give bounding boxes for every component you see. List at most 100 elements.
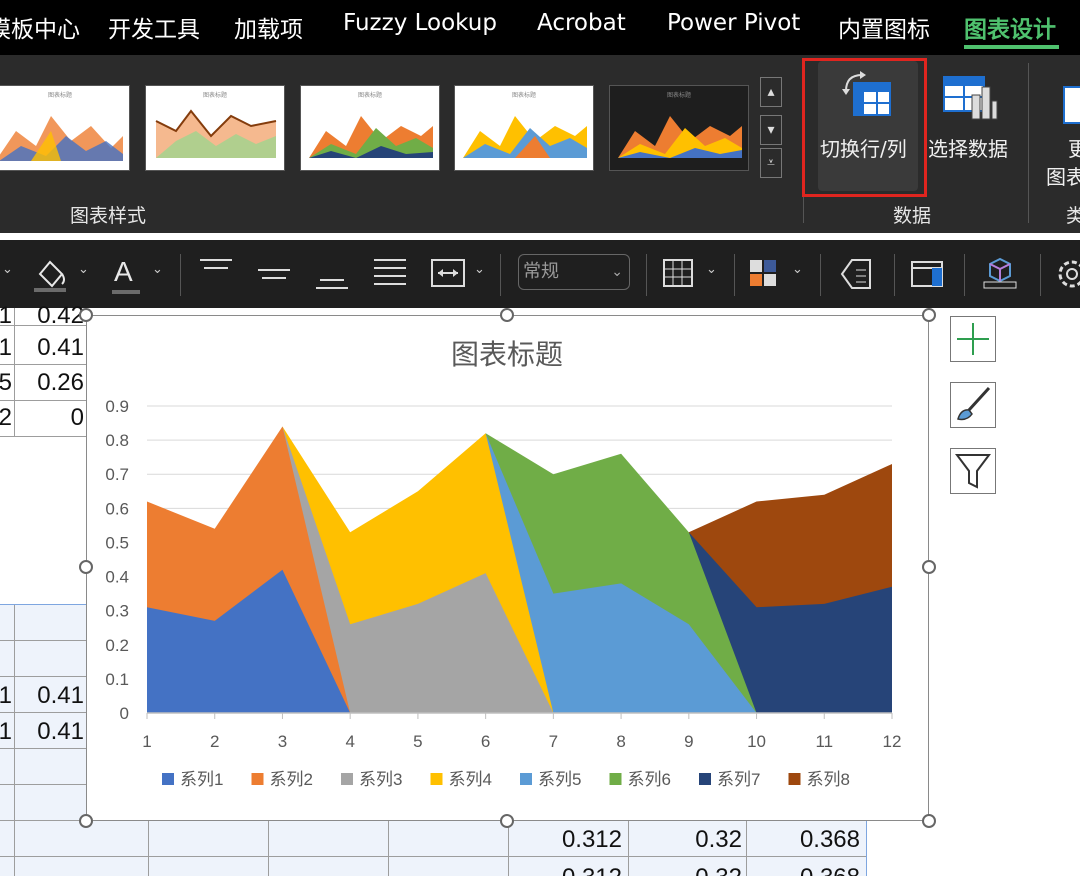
change-chart-type-label-line2: 图表 [1046,165,1080,189]
cell[interactable]: 0.32 [630,861,742,876]
gear-icon[interactable] [1054,256,1080,292]
grid-line [268,820,269,876]
cell[interactable]: 0.368 [748,861,860,876]
chart-elements-button[interactable] [950,316,996,362]
gallery-more-button[interactable]: ⩡ [760,148,782,178]
cell-styles-icon[interactable] [748,256,782,292]
paintbrush-icon [957,386,991,421]
legend-swatch [609,773,622,785]
legend-label: 系列2 [270,770,313,789]
cell[interactable]: 0.312 [510,826,622,854]
cell[interactable]: 1 [0,682,12,710]
cell[interactable]: 0.368 [748,826,860,854]
fill-color-icon[interactable] [32,256,72,292]
merge-cells-icon[interactable] [430,256,466,292]
y-tick-label: 0.9 [105,397,129,416]
legend-label: 系列4 [449,770,492,789]
align-top-icon[interactable] [198,256,234,292]
grid-line [14,308,15,436]
cell[interactable]: 0.41 [20,334,84,362]
align-bottom-icon[interactable] [314,256,350,292]
change-chart-type-button[interactable]: 更 图表 [1040,61,1080,191]
funnel-icon [955,454,991,489]
chevron-down-icon[interactable]: ⌄ [152,262,163,277]
chevron-down-icon[interactable]: ⌄ [2,262,13,277]
cell[interactable]: 1 [0,334,12,362]
resize-handle-left[interactable] [79,560,93,574]
menu-add-ins[interactable]: 加载项 [234,10,303,44]
chart-styles-button[interactable] [950,382,996,428]
chart-style-thumb-2[interactable]: 图表标题 [145,85,285,171]
font-color-button[interactable]: A [112,256,140,294]
grid-line [388,820,389,876]
format-toolbar: ⌄ ⌄ A ⌄ ⌄ 常规 ⌄ ⌄ ⌄ [0,240,1080,308]
menu-acrobat[interactable]: Acrobat [537,10,626,36]
grid-line [0,364,86,365]
area-chart: 图表标题 00.10.20.30.40.50.60.70.80.91 2 3 4 5 6 7… [105,339,901,789]
cell[interactable]: 0.312 [510,861,622,876]
grid-line [0,712,86,713]
menu-developer-tools[interactable]: 开发工具 [108,10,200,44]
resize-handle-bottom[interactable] [500,814,514,828]
menu-bar: 模板中心 开发工具 加载项 Fuzzy Lookup Acrobat Power… [0,0,1080,55]
chevron-down-icon[interactable]: ⌄ [792,262,803,277]
resize-handle-right[interactable] [922,560,936,574]
chart-filters-button[interactable] [950,448,996,494]
grid-line [0,856,866,857]
menu-fuzzy-lookup[interactable]: Fuzzy Lookup [343,10,497,36]
chart-style-thumb-1[interactable]: 图表标题 [0,85,130,171]
cell[interactable]: 1 [0,302,12,330]
grid-line [508,820,509,876]
gallery-scroll-down-button[interactable]: ▾ [760,115,782,145]
cell[interactable]: 0.41 [20,682,84,710]
chart-title[interactable]: 图表标题 [451,339,563,370]
resize-handle-top[interactable] [500,308,514,322]
cell[interactable]: 1 [0,718,12,746]
justify-icon[interactable] [372,256,408,292]
cell[interactable]: 2 [0,404,12,432]
menu-power-pivot[interactable]: Power Pivot [667,10,800,36]
table-format-icon[interactable] [910,256,946,292]
legend-swatch [520,773,532,785]
legend[interactable]: 系列1 系列2 系列3 系列4 系列5 系列6 系列7 系列8 [162,770,850,789]
borders-icon[interactable] [662,256,696,292]
select-data-label: 选择数据 [928,137,1008,161]
menu-template-center[interactable]: 模板中心 [0,10,80,44]
toolbar-separator [820,254,821,296]
resize-handle-bottom-right[interactable] [922,814,936,828]
menu-builtin-icons[interactable]: 内置图标 [838,10,930,44]
thumb-title: 图表标题 [666,92,691,99]
x-tick-label: 1 [142,732,151,751]
chevron-down-icon[interactable]: ⌄ [78,262,89,277]
gallery-scroll-up-button[interactable]: ▴ [760,77,782,107]
legend-label: 系列7 [717,770,760,789]
resize-handle-top-left[interactable] [79,308,93,322]
highlight-box [802,58,927,197]
chart-area[interactable]: 图表标题 0 0.1 0.2 0.3 0.4 0.5 0.6 0.7 0.8 0.9 1 2 3 4 5 6 7… [86,315,929,821]
chevron-down-icon[interactable]: ⌄ [706,262,717,277]
3d-model-icon[interactable] [980,256,1020,292]
plus-icon [957,323,989,355]
conditional-format-icon[interactable] [838,256,874,292]
select-data-button[interactable]: 选择数据 [928,61,1012,191]
group-label-chart-styles: 图表样式 [70,205,147,227]
toolbar-separator [964,254,965,296]
font-color-glyph: A [114,256,133,287]
y-tick-label: 0.6 [105,499,129,518]
chart-style-thumb-3[interactable]: 图表标题 [300,85,440,171]
cell[interactable]: 5 [0,369,12,397]
resize-handle-bottom-left[interactable] [79,814,93,828]
resize-handle-top-right[interactable] [922,308,936,322]
align-middle-icon[interactable] [256,256,292,292]
number-format-select[interactable]: 常规 ⌄ [518,254,630,290]
menu-chart-design[interactable]: 图表设计 [964,10,1056,44]
cell[interactable]: 0.32 [630,826,742,854]
chart-style-thumb-4[interactable]: 图表标题 [454,85,594,171]
cell[interactable]: 0.41 [20,718,84,746]
cell[interactable]: 0 [20,404,84,432]
chart-style-thumb-5[interactable]: 图表标题 [609,85,749,171]
x-tick-label: 6 [481,732,490,751]
chevron-down-icon[interactable]: ⌄ [474,262,485,277]
cell[interactable]: 0.26 [20,369,84,397]
cell[interactable]: 0.42 [20,302,84,330]
